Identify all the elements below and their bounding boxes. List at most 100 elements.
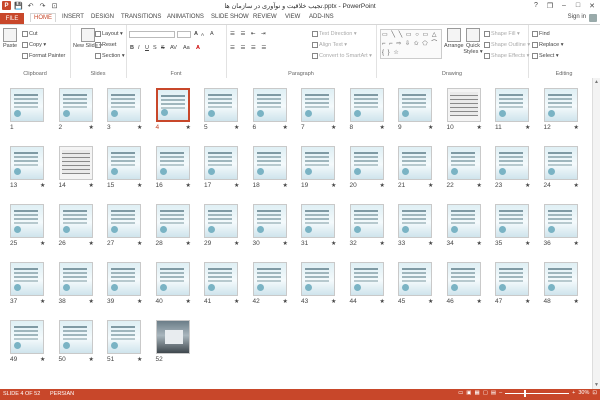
- tab-transitions[interactable]: TRANSITIONS: [121, 14, 161, 20]
- animation-star-icon[interactable]: ★: [89, 182, 94, 189]
- slide-thumbnail[interactable]: 17 ★: [204, 146, 239, 189]
- animation-star-icon[interactable]: ★: [283, 124, 288, 131]
- format-painter-button[interactable]: Format Painter: [22, 53, 65, 59]
- slide-thumbnail[interactable]: 1: [10, 88, 44, 131]
- vertical-scrollbar[interactable]: ▲ ▼: [592, 78, 600, 389]
- slide-thumbnail[interactable]: 52: [155, 320, 190, 363]
- animation-star-icon[interactable]: ★: [40, 240, 45, 247]
- slide-preview[interactable]: [398, 88, 432, 122]
- animation-star-icon[interactable]: ★: [186, 298, 191, 305]
- slide-thumbnail[interactable]: 39 ★: [107, 262, 142, 305]
- slide-thumbnail[interactable]: 51 ★: [107, 320, 142, 363]
- slide-preview[interactable]: [349, 262, 384, 296]
- slide-preview[interactable]: [446, 146, 481, 180]
- slide-thumbnail[interactable]: 45 ★: [398, 262, 433, 305]
- slide-preview[interactable]: [446, 88, 481, 122]
- minimize-button[interactable]: –: [558, 0, 570, 11]
- slide-preview[interactable]: [155, 262, 190, 296]
- slide-thumbnail[interactable]: 43 ★: [301, 262, 336, 305]
- animation-star-icon[interactable]: ★: [525, 298, 530, 305]
- bold-button[interactable]: B: [130, 45, 134, 51]
- animation-star-icon[interactable]: ★: [574, 124, 579, 131]
- slide-preview[interactable]: [155, 204, 190, 238]
- slide-thumbnail[interactable]: 22 ★: [446, 146, 482, 189]
- slide-thumbnail[interactable]: 30 ★: [252, 204, 288, 247]
- scroll-down-icon[interactable]: ▼: [594, 382, 599, 388]
- slide-sorter-view-icon[interactable]: ▦: [474, 390, 479, 396]
- animation-star-icon[interactable]: ★: [331, 124, 336, 131]
- slide-preview[interactable]: [543, 262, 578, 296]
- font-size-field[interactable]: [177, 31, 191, 38]
- slide-thumbnail[interactable]: 35 ★: [495, 204, 530, 247]
- slide-thumbnail[interactable]: 33 ★: [398, 204, 433, 247]
- slide-thumbnail[interactable]: 23 ★: [495, 146, 530, 189]
- animation-star-icon[interactable]: ★: [283, 298, 288, 305]
- slide-preview[interactable]: [204, 88, 238, 122]
- tab-view[interactable]: VIEW: [285, 14, 300, 20]
- animation-star-icon[interactable]: ★: [525, 240, 530, 247]
- italic-button[interactable]: I: [138, 45, 140, 51]
- animation-star-icon[interactable]: ★: [331, 240, 336, 247]
- animation-star-icon[interactable]: ★: [428, 298, 433, 305]
- slide-thumbnail[interactable]: 2 ★: [58, 88, 94, 131]
- slide-thumbnail[interactable]: 9 ★: [398, 88, 433, 131]
- animation-star-icon[interactable]: ★: [137, 298, 142, 305]
- slide-thumbnail[interactable]: 6 ★: [252, 88, 288, 131]
- slide-preview[interactable]: [301, 262, 335, 296]
- slide-thumbnail[interactable]: 4 ★: [155, 88, 191, 131]
- slide-preview[interactable]: [495, 88, 529, 122]
- layout-button[interactable]: Layout ▾: [95, 31, 123, 37]
- slide-thumbnail[interactable]: 32 ★: [349, 204, 385, 247]
- slide-preview[interactable]: [58, 262, 93, 296]
- animation-star-icon[interactable]: ★: [428, 240, 433, 247]
- slide-preview[interactable]: [107, 88, 141, 122]
- slide-preview[interactable]: [446, 204, 481, 238]
- slide-preview[interactable]: [398, 204, 432, 238]
- slide-preview[interactable]: [349, 146, 384, 180]
- animation-star-icon[interactable]: ★: [574, 298, 579, 305]
- replace-button[interactable]: Replace ▾: [532, 42, 563, 48]
- slide-thumbnail[interactable]: 21 ★: [398, 146, 433, 189]
- slide-thumbnail[interactable]: 11 ★: [495, 88, 530, 131]
- slide-preview[interactable]: [543, 88, 578, 122]
- cut-button[interactable]: Cut: [22, 31, 38, 37]
- animation-star-icon[interactable]: ★: [89, 240, 94, 247]
- animation-star-icon[interactable]: ★: [137, 182, 142, 189]
- align-text-button[interactable]: Align Text ▾: [312, 42, 347, 48]
- language-indicator[interactable]: PERSIAN: [50, 391, 74, 397]
- zoom-out-button[interactable]: –: [499, 390, 502, 396]
- find-button[interactable]: Find: [532, 31, 550, 37]
- slide-preview[interactable]: [58, 88, 93, 122]
- slide-preview[interactable]: [252, 204, 287, 238]
- reset-button[interactable]: Reset: [95, 42, 116, 48]
- slide-preview[interactable]: [10, 88, 44, 122]
- shapes-gallery[interactable]: ▭ ╲ ╲ ▭ ○ ▭ △ ⌐ ⌐ ⇨ ⇩ ✩ ⬠ ⌒ { } ☆: [380, 29, 442, 59]
- animation-star-icon[interactable]: ★: [380, 240, 385, 247]
- animation-star-icon[interactable]: ★: [380, 124, 385, 131]
- slide-thumbnail[interactable]: 14 ★: [58, 146, 94, 189]
- animation-star-icon[interactable]: ★: [234, 182, 239, 189]
- tab-insert[interactable]: INSERT: [62, 14, 84, 20]
- slide-preview[interactable]: [10, 204, 44, 238]
- change-case-button[interactable]: Aa: [183, 45, 190, 51]
- shape-effects-button[interactable]: Shape Effects ▾: [484, 53, 529, 59]
- slide-preview[interactable]: [398, 262, 432, 296]
- paste-button[interactable]: Paste: [3, 28, 17, 49]
- help-button[interactable]: ?: [530, 0, 542, 11]
- tab-review[interactable]: REVIEW: [253, 14, 277, 20]
- font-name-field[interactable]: [129, 31, 175, 38]
- normal-view-icon[interactable]: ▣: [466, 390, 471, 396]
- slide-thumbnail[interactable]: 29 ★: [204, 204, 239, 247]
- animation-star-icon[interactable]: ★: [477, 240, 482, 247]
- slide-thumbnail[interactable]: 8 ★: [349, 88, 385, 131]
- zoom-in-button[interactable]: +: [572, 390, 575, 396]
- shape-fill-button[interactable]: Shape Fill ▾: [484, 31, 520, 37]
- slide-preview[interactable]: [252, 88, 287, 122]
- close-button[interactable]: ✕: [586, 0, 598, 11]
- slide-preview[interactable]: [58, 146, 93, 180]
- slide-thumbnail[interactable]: 48 ★: [543, 262, 579, 305]
- tab-animations[interactable]: ANIMATIONS: [167, 14, 204, 20]
- animation-star-icon[interactable]: ★: [380, 182, 385, 189]
- slide-preview[interactable]: [543, 204, 578, 238]
- animation-star-icon[interactable]: ★: [40, 356, 45, 363]
